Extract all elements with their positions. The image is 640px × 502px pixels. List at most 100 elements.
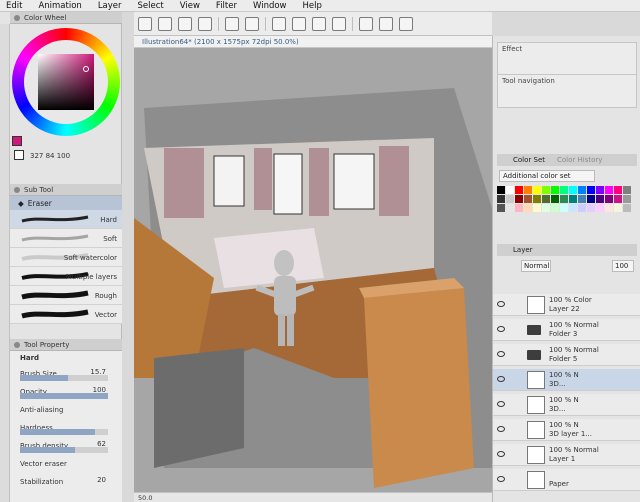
snap-icon[interactable] xyxy=(359,16,373,31)
color-palette[interactable] xyxy=(493,186,640,238)
layer-row[interactable]: 100 % Normal Folder 3 xyxy=(493,319,640,341)
prop-slider[interactable] xyxy=(20,429,108,435)
prop-slider[interactable] xyxy=(20,375,108,381)
menu-window[interactable]: Window xyxy=(253,1,287,11)
palette-swatch[interactable] xyxy=(515,204,523,212)
layer-row[interactable]: Paper xyxy=(493,469,640,491)
menu-select[interactable]: Select xyxy=(138,1,164,11)
palette-swatch[interactable] xyxy=(515,186,523,194)
save-icon[interactable] xyxy=(198,16,212,31)
palette-swatch[interactable] xyxy=(524,204,532,212)
undo-icon[interactable] xyxy=(225,16,239,31)
layer-row[interactable]: 100 % Normal Layer 1 xyxy=(493,444,640,466)
transform-icon[interactable] xyxy=(292,16,306,31)
palette-swatch[interactable] xyxy=(533,204,541,212)
layer-tab[interactable]: Layer xyxy=(497,244,637,256)
palette-swatch[interactable] xyxy=(515,195,523,203)
eye-icon[interactable] xyxy=(497,351,505,357)
palette-swatch[interactable] xyxy=(542,186,550,194)
palette-swatch[interactable] xyxy=(506,204,514,212)
redo-icon[interactable] xyxy=(245,16,259,31)
clear-icon[interactable] xyxy=(272,16,286,31)
open-file-icon[interactable] xyxy=(178,16,192,31)
eye-icon[interactable] xyxy=(497,451,505,457)
palette-swatch[interactable] xyxy=(614,195,622,203)
eye-icon[interactable] xyxy=(497,326,505,332)
invert-selection-icon[interactable] xyxy=(332,16,346,31)
palette-swatch[interactable] xyxy=(623,195,631,203)
palette-swatch[interactable] xyxy=(551,186,559,194)
layer-row[interactable]: 100 % N 3D... xyxy=(493,369,640,391)
palette-swatch[interactable] xyxy=(614,204,622,212)
palette-swatch[interactable] xyxy=(596,204,604,212)
blend-mode-select[interactable]: Normal xyxy=(521,260,551,272)
color-wheel-tab[interactable]: Color Wheel xyxy=(10,12,122,24)
layer-row[interactable]: 100 % Color Layer 22 xyxy=(493,294,640,316)
palette-swatch[interactable] xyxy=(506,186,514,194)
ruler-icon[interactable] xyxy=(379,16,393,31)
eraser-group[interactable]: ◆ Eraser xyxy=(10,196,122,210)
palette-swatch[interactable] xyxy=(605,204,613,212)
prop-opacity[interactable]: Opacity 100 xyxy=(10,383,122,401)
sub-tool-tab[interactable]: Sub Tool xyxy=(10,184,122,196)
prop-slider[interactable] xyxy=(20,447,108,453)
brush-hard[interactable]: Hard xyxy=(10,210,122,229)
palette-swatch[interactable] xyxy=(587,195,595,203)
tool-property-tab[interactable]: Tool Property xyxy=(10,339,122,351)
menu-view[interactable]: View xyxy=(180,1,200,11)
layer-row[interactable]: 100 % Normal Folder 5 xyxy=(493,344,640,366)
palette-swatch[interactable] xyxy=(587,204,595,212)
palette-swatch[interactable] xyxy=(587,186,595,194)
palette-swatch[interactable] xyxy=(605,186,613,194)
brush-soft[interactable]: Soft xyxy=(10,229,122,248)
expand-icon[interactable] xyxy=(399,16,413,31)
menu-edit[interactable]: Edit xyxy=(6,1,22,11)
palette-swatch[interactable] xyxy=(524,195,532,203)
color-history-tab[interactable]: Color History xyxy=(557,156,602,164)
menu-icon[interactable] xyxy=(138,16,152,31)
canvas-area[interactable] xyxy=(134,48,492,492)
palette-swatch[interactable] xyxy=(596,195,604,203)
menu-animation[interactable]: Animation xyxy=(38,1,81,11)
color-set-tab[interactable]: Color Set xyxy=(513,156,545,164)
palette-swatch[interactable] xyxy=(551,204,559,212)
palette-swatch[interactable] xyxy=(623,204,631,212)
palette-swatch[interactable] xyxy=(497,186,505,194)
prop-slider[interactable] xyxy=(20,393,108,399)
palette-swatch[interactable] xyxy=(569,186,577,194)
eye-icon[interactable] xyxy=(497,426,505,432)
eye-icon[interactable] xyxy=(497,401,505,407)
layer-row[interactable]: 100 % N 3D layer 1... xyxy=(493,419,640,441)
palette-swatch[interactable] xyxy=(542,204,550,212)
menu-filter[interactable]: Filter xyxy=(216,1,237,11)
prop-vector-eraser[interactable]: Vector eraser xyxy=(10,455,122,473)
main-color-swatch[interactable] xyxy=(12,136,22,146)
palette-swatch[interactable] xyxy=(524,186,532,194)
palette-swatch[interactable] xyxy=(551,195,559,203)
menu-help[interactable]: Help xyxy=(303,1,322,11)
prop-anti-aliasing[interactable]: Anti-aliasing xyxy=(10,401,122,419)
palette-swatch[interactable] xyxy=(578,186,586,194)
palette-swatch[interactable] xyxy=(569,204,577,212)
sv-knob[interactable] xyxy=(83,66,89,72)
palette-swatch[interactable] xyxy=(578,204,586,212)
new-file-icon[interactable] xyxy=(158,16,172,31)
palette-swatch[interactable] xyxy=(623,186,631,194)
palette-swatch[interactable] xyxy=(533,195,541,203)
prop-brush-density[interactable]: Brush density 62 xyxy=(10,437,122,455)
palette-swatch[interactable] xyxy=(506,195,514,203)
menu-layer[interactable]: Layer xyxy=(98,1,122,11)
palette-swatch[interactable] xyxy=(614,186,622,194)
palette-swatch[interactable] xyxy=(542,195,550,203)
deselect-icon[interactable] xyxy=(312,16,326,31)
palette-swatch[interactable] xyxy=(497,204,505,212)
palette-swatch[interactable] xyxy=(605,195,613,203)
palette-swatch[interactable] xyxy=(578,195,586,203)
palette-swatch[interactable] xyxy=(497,195,505,203)
palette-swatch[interactable] xyxy=(569,195,577,203)
prop-stabilization[interactable]: Stabilization 20 xyxy=(10,473,122,491)
document-tab[interactable]: Illustration64* (2100 x 1575px 72dpi 50.… xyxy=(134,36,492,48)
saturation-value-square[interactable] xyxy=(38,54,94,110)
eye-icon[interactable] xyxy=(497,376,505,382)
palette-swatch[interactable] xyxy=(560,195,568,203)
